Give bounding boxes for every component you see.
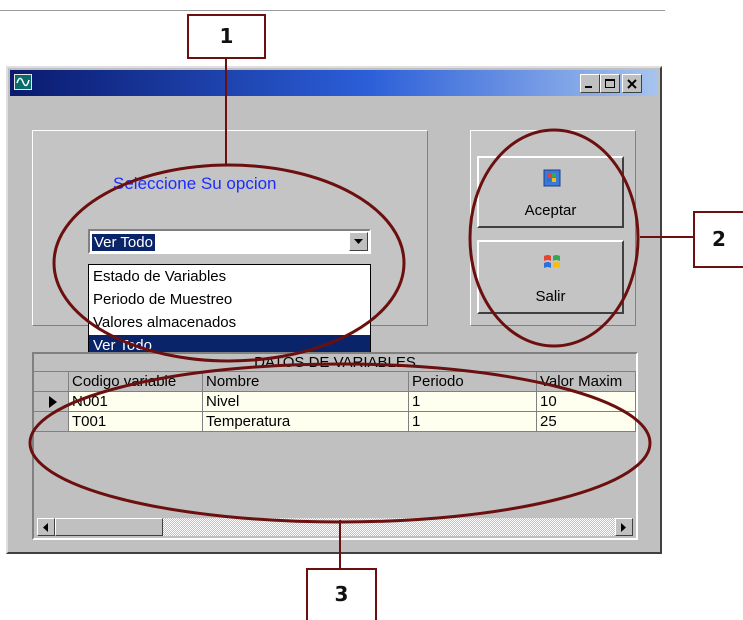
callout-3: 3: [306, 568, 377, 620]
callout-2-label: 2: [712, 227, 726, 251]
callout-2-oval: [468, 128, 640, 348]
callout-3-oval: [28, 362, 652, 524]
callout-1-oval: [52, 163, 406, 363]
callout-2: 2: [693, 211, 743, 268]
annotation-overlay: [28, 59, 694, 570]
callout-3-label: 3: [334, 582, 349, 606]
